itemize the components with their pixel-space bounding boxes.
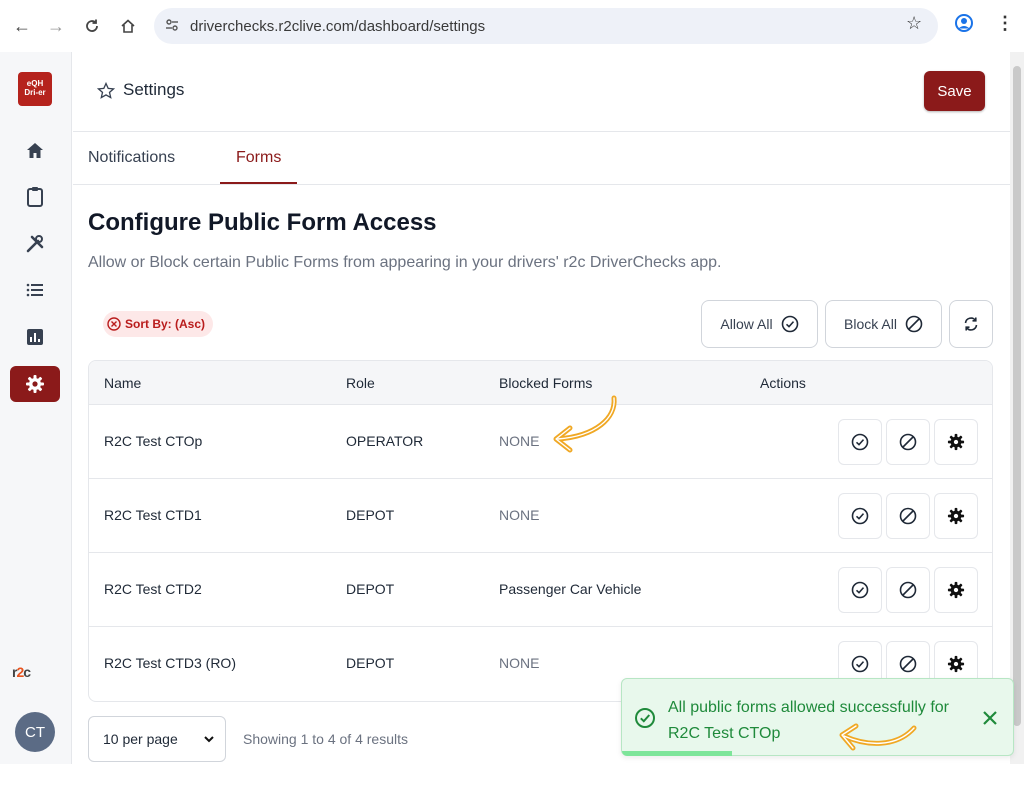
address-bar[interactable]: driverchecks.r2clive.com/dashboard/setti… bbox=[154, 8, 938, 44]
brand-letter-right: c bbox=[23, 664, 31, 680]
block-icon bbox=[899, 433, 917, 451]
forward-icon[interactable]: → bbox=[44, 14, 68, 38]
app-logo[interactable]: eQH Dri-er bbox=[18, 72, 52, 106]
table-row: R2C Test CTD1 DEPOT NONE bbox=[89, 479, 992, 553]
row-name: R2C Test CTD1 bbox=[104, 507, 202, 523]
allow-all-label: Allow All bbox=[720, 316, 773, 332]
r2c-brand-logo: r2c bbox=[12, 664, 31, 680]
table-header: Name Role Blocked Forms Actions bbox=[89, 361, 992, 405]
per-page-select[interactable]: 10 per page bbox=[88, 716, 226, 762]
row-blocked-forms: NONE bbox=[499, 507, 540, 523]
row-settings-button[interactable] bbox=[934, 419, 978, 465]
allow-row-button[interactable] bbox=[838, 567, 882, 613]
app-frame: eQH Dri-er r2c CT Settings Save Notifica… bbox=[0, 52, 1016, 764]
table-row: R2C Test CTD2 DEPOT Passenger Car Vehicl… bbox=[89, 553, 992, 627]
close-icon[interactable] bbox=[979, 707, 1001, 729]
sort-label: Sort By: (Asc) bbox=[125, 317, 206, 331]
tab-notifications[interactable]: Notifications bbox=[88, 149, 175, 167]
home-icon[interactable] bbox=[22, 138, 48, 164]
back-icon[interactable]: ← bbox=[10, 14, 34, 38]
tab-bar: Notifications Forms bbox=[73, 133, 1016, 185]
success-check-icon bbox=[635, 708, 655, 728]
row-blocked-forms: NONE bbox=[499, 433, 540, 449]
per-page-value: 10 per page bbox=[103, 731, 178, 747]
block-icon bbox=[899, 507, 917, 525]
block-icon bbox=[899, 655, 917, 673]
block-row-button[interactable] bbox=[886, 419, 930, 465]
check-circle-icon bbox=[851, 655, 869, 673]
profile-icon[interactable] bbox=[954, 13, 974, 38]
chevron-down-icon bbox=[204, 736, 214, 743]
success-toast: All public forms allowed successfully fo… bbox=[621, 678, 1014, 756]
table-row: R2C Test CTOp OPERATOR NONE bbox=[89, 405, 992, 479]
menu-kebab-icon[interactable]: ⋮ bbox=[996, 13, 1014, 34]
favorite-star-icon[interactable] bbox=[97, 82, 115, 100]
browser-toolbar: ← → driverchecks.r2clive.com/dashboard/s… bbox=[0, 0, 1024, 52]
bookmark-star-icon[interactable]: ☆ bbox=[906, 13, 922, 34]
page-header: Settings Save bbox=[73, 52, 1016, 132]
gear-icon bbox=[947, 507, 965, 525]
column-header-blocked-forms[interactable]: Blocked Forms bbox=[499, 375, 592, 391]
refresh-button[interactable] bbox=[949, 300, 993, 348]
sort-chip[interactable]: Sort By: (Asc) bbox=[103, 311, 214, 337]
refresh-icon bbox=[964, 317, 978, 331]
allow-row-button[interactable] bbox=[838, 493, 882, 539]
block-all-button[interactable]: Block All bbox=[825, 300, 942, 348]
gear-icon[interactable] bbox=[10, 366, 60, 402]
row-blocked-forms: NONE bbox=[499, 655, 540, 671]
row-role: OPERATOR bbox=[346, 433, 424, 449]
row-role: DEPOT bbox=[346, 581, 395, 597]
site-settings-icon[interactable] bbox=[164, 17, 182, 35]
gear-icon bbox=[947, 433, 965, 451]
section-description: Allow or Block certain Public Forms from… bbox=[88, 254, 722, 271]
url-text[interactable]: driverchecks.r2clive.com/dashboard/setti… bbox=[190, 18, 485, 35]
column-header-role[interactable]: Role bbox=[346, 375, 375, 391]
allow-all-button[interactable]: Allow All bbox=[701, 300, 818, 348]
list-icon[interactable] bbox=[22, 277, 48, 303]
row-name: R2C Test CTD3 (RO) bbox=[104, 655, 236, 671]
gear-icon bbox=[947, 655, 965, 673]
block-row-button[interactable] bbox=[886, 493, 930, 539]
tab-forms[interactable]: Forms bbox=[236, 149, 281, 167]
column-header-name[interactable]: Name bbox=[104, 375, 141, 391]
row-settings-button[interactable] bbox=[934, 567, 978, 613]
results-summary: Showing 1 to 4 of 4 results bbox=[243, 731, 408, 747]
check-circle-icon bbox=[851, 433, 869, 451]
toast-progress-bar bbox=[622, 751, 732, 756]
toast-message: All public forms allowed successfully fo… bbox=[668, 699, 949, 742]
section-heading: Configure Public Form Access bbox=[88, 209, 437, 236]
row-name: R2C Test CTOp bbox=[104, 433, 203, 449]
row-blocked-forms: Passenger Car Vehicle bbox=[499, 581, 642, 597]
scrollbar-thumb[interactable] bbox=[1013, 66, 1021, 726]
row-role: DEPOT bbox=[346, 655, 395, 671]
reload-icon[interactable] bbox=[80, 14, 104, 38]
column-header-actions: Actions bbox=[760, 375, 806, 391]
allow-row-button[interactable] bbox=[838, 419, 882, 465]
check-circle-icon bbox=[781, 315, 798, 333]
active-tab-indicator bbox=[220, 182, 297, 184]
check-circle-icon bbox=[851, 581, 869, 599]
row-settings-button[interactable] bbox=[934, 493, 978, 539]
check-circle-icon bbox=[851, 507, 869, 525]
forms-table: Name Role Blocked Forms Actions R2C Test… bbox=[88, 360, 993, 702]
row-name: R2C Test CTD2 bbox=[104, 581, 202, 597]
block-icon bbox=[905, 315, 923, 333]
home-browser-icon[interactable] bbox=[116, 14, 140, 38]
tools-icon[interactable] bbox=[22, 231, 48, 257]
save-button[interactable]: Save bbox=[924, 71, 985, 111]
block-all-label: Block All bbox=[844, 316, 897, 332]
block-icon bbox=[899, 581, 917, 599]
main-content: Settings Save Notifications Forms Config… bbox=[73, 52, 1016, 764]
block-row-button[interactable] bbox=[886, 567, 930, 613]
row-role: DEPOT bbox=[346, 507, 395, 523]
avatar[interactable]: CT bbox=[15, 712, 55, 752]
page-scrollbar[interactable] bbox=[1010, 52, 1024, 764]
clear-sort-icon[interactable] bbox=[107, 317, 121, 331]
sidebar: eQH Dri-er r2c CT bbox=[0, 52, 72, 764]
page-title: Settings bbox=[123, 80, 185, 99]
gear-icon bbox=[947, 581, 965, 599]
logo-text-bottom: Dri-er bbox=[24, 88, 46, 97]
clipboard-icon[interactable] bbox=[22, 184, 48, 210]
chart-icon[interactable] bbox=[22, 324, 48, 350]
